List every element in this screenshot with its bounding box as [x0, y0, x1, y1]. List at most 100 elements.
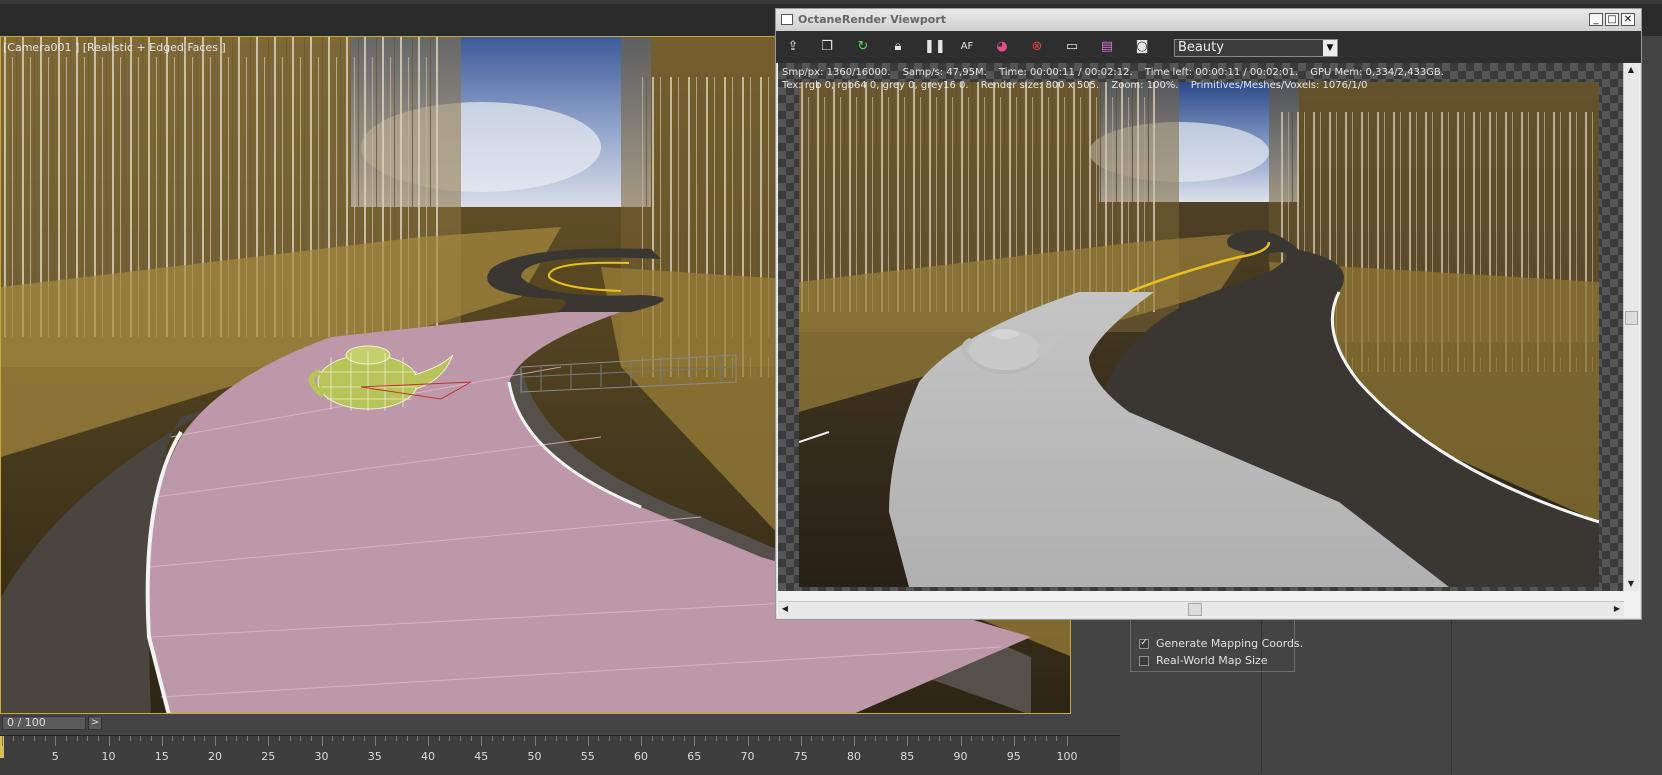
timeline-tick: [598, 736, 600, 741]
autofocus-icon[interactable]: AF: [958, 39, 976, 55]
timeline-tick: [609, 736, 611, 741]
timeline-tick: [662, 736, 664, 741]
timeline-tick: [172, 736, 174, 741]
timeline-tick: [694, 736, 696, 746]
timeline-tick: [566, 736, 568, 741]
send-scene-icon[interactable]: ⇪: [784, 39, 802, 55]
timeline-tick: [1035, 736, 1037, 741]
timeline-tick: [630, 736, 632, 741]
timeline-tick: [33, 736, 35, 741]
timeline-tick: [268, 736, 270, 746]
timeline-tick: [342, 736, 344, 741]
timeline-tick-label: 35: [367, 750, 382, 763]
timeline-tick: [971, 736, 973, 741]
octane-titlebar[interactable]: OctaneRender Viewport _ □ ✕: [776, 9, 1641, 32]
timeline-tick: [23, 736, 25, 741]
timeline-tick: [917, 736, 919, 741]
timeline-tick-label: 75: [793, 750, 808, 763]
timeline-tick-label: 65: [687, 750, 702, 763]
render-image: [799, 82, 1599, 587]
octane-viewport-window[interactable]: OctaneRender Viewport _ □ ✕ ⇪ ❐ ↻ 🔒︎ ❚❚ …: [775, 8, 1642, 620]
time-slider[interactable]: 0 / 100: [2, 716, 86, 730]
vertical-scroll-thumb[interactable]: [1625, 311, 1638, 325]
next-frame-button[interactable]: >: [88, 716, 102, 730]
timeline-tick: [491, 736, 493, 741]
timeline-tick: [289, 736, 291, 741]
timeline-tick: [225, 736, 227, 741]
refresh-icon[interactable]: ↻: [854, 39, 872, 55]
real-world-map-size-checkbox[interactable]: Real-World Map Size: [1139, 654, 1268, 667]
checkbox-unchecked-icon[interactable]: [1139, 655, 1149, 666]
timeline-tick: [76, 736, 78, 741]
color-icon[interactable]: ◕: [993, 39, 1011, 55]
horizontal-scrollbar[interactable]: ◀ ▶: [778, 601, 1624, 617]
horizontal-scroll-thumb[interactable]: [1188, 603, 1202, 616]
timeline-tick: [545, 736, 547, 741]
timeline-track[interactable]: 5 10 15 20 25 30 35 40 45 50 55 60 65 70 75 80 85 90 95 100: [0, 735, 1120, 775]
timeline-tick: [736, 736, 738, 741]
octane-window-title: OctaneRender Viewport: [798, 13, 947, 26]
timeline-tick: [406, 736, 408, 741]
maximize-button[interactable]: □: [1605, 13, 1619, 26]
timeline-tick: [2, 736, 3, 746]
timeline-tick: [875, 736, 877, 741]
scroll-up-icon[interactable]: ▲: [1624, 63, 1638, 77]
real-world-label: Real-World Map Size: [1156, 654, 1268, 667]
timeline-tick: [683, 736, 685, 741]
render-stats: Smp/px: 1360/16000. Samp/s: 47,95M. Time…: [782, 66, 1453, 92]
dropdown-arrow-icon[interactable]: ▼: [1323, 40, 1337, 56]
timeline-tick: [428, 736, 429, 746]
timeline-tick: [385, 736, 387, 741]
timeline-tick-label: 30: [314, 750, 329, 763]
timeline-tick: [470, 736, 472, 741]
stat-time-left: Time left: 00:00:11 / 00:02:01.: [1144, 67, 1299, 78]
copy-icon[interactable]: ❐: [818, 39, 836, 55]
timeline-tick: [1045, 736, 1047, 741]
checkbox-checked-icon[interactable]: ✓: [1139, 638, 1149, 649]
close-button[interactable]: ✕: [1621, 13, 1635, 26]
octane-toolbar: ⇪ ❐ ↻ 🔒︎ ❚❚ AF ◕ ⊗ ▭ ▤ ◙ Beauty ▼: [776, 31, 1641, 63]
timeline-tick: [1067, 736, 1068, 746]
timeline-tick: [672, 736, 674, 741]
timeline-tick: [151, 736, 153, 741]
timeline-tick: [587, 736, 589, 746]
timeline-tick: [97, 736, 99, 741]
vertical-scrollbar[interactable]: ▲ ▼: [1623, 63, 1639, 591]
scroll-left-icon[interactable]: ◀: [778, 602, 792, 616]
timeline-tick: [140, 736, 142, 741]
timeline-tick: [1003, 736, 1005, 741]
scroll-down-icon[interactable]: ▼: [1624, 577, 1638, 591]
scroll-right-icon[interactable]: ▶: [1610, 602, 1624, 616]
region-icon[interactable]: ⊗: [1028, 39, 1046, 55]
timeline-tick: [300, 736, 302, 741]
octane-render-canvas[interactable]: Smp/px: 1360/16000. Samp/s: 47,95M. Time…: [778, 63, 1624, 591]
stat-samples-per-sec: Samp/s: 47,95M.: [902, 67, 987, 78]
lock-icon[interactable]: 🔒︎: [889, 39, 907, 55]
timeline-tick: [523, 736, 525, 741]
viewport-label[interactable]: [Camera001 ] [Realistic + Edged Faces ]: [3, 41, 226, 54]
timeline-tick: [619, 736, 621, 741]
timeline-tick: [885, 736, 887, 741]
timeline-tick: [246, 736, 248, 741]
timeline-tick: [577, 736, 579, 741]
timeline-tick: [800, 736, 802, 746]
render-pass-select[interactable]: Beauty ▼: [1174, 39, 1338, 57]
timeline-tick: [1056, 736, 1058, 741]
timeline-tick: [641, 736, 642, 746]
print-icon[interactable]: ▤: [1098, 39, 1116, 55]
timeline-tick: [396, 736, 398, 741]
timeline-tick: [555, 736, 557, 741]
timeline-tick: [12, 736, 14, 741]
timeline-tick: [832, 736, 834, 741]
camera-icon[interactable]: ◙: [1133, 39, 1151, 55]
timeline-tick: [55, 736, 57, 746]
pause-icon[interactable]: ❚❚: [924, 39, 946, 55]
timeline-tick: [981, 736, 983, 741]
timeline-tick: [374, 736, 376, 746]
timeline: 0 / 100 > 5 10 15 20 25 30 35 40 45 50 55 60 65 70 75 8…: [0, 714, 1120, 775]
monitor-icon[interactable]: ▭: [1063, 39, 1081, 55]
stat-time: Time: 00:00:11 / 00:02:12.: [998, 67, 1133, 78]
timeline-tick-label: 100: [1056, 750, 1078, 763]
minimize-button[interactable]: _: [1589, 13, 1603, 26]
generate-mapping-checkbox[interactable]: ✓ Generate Mapping Coords.: [1139, 637, 1303, 650]
